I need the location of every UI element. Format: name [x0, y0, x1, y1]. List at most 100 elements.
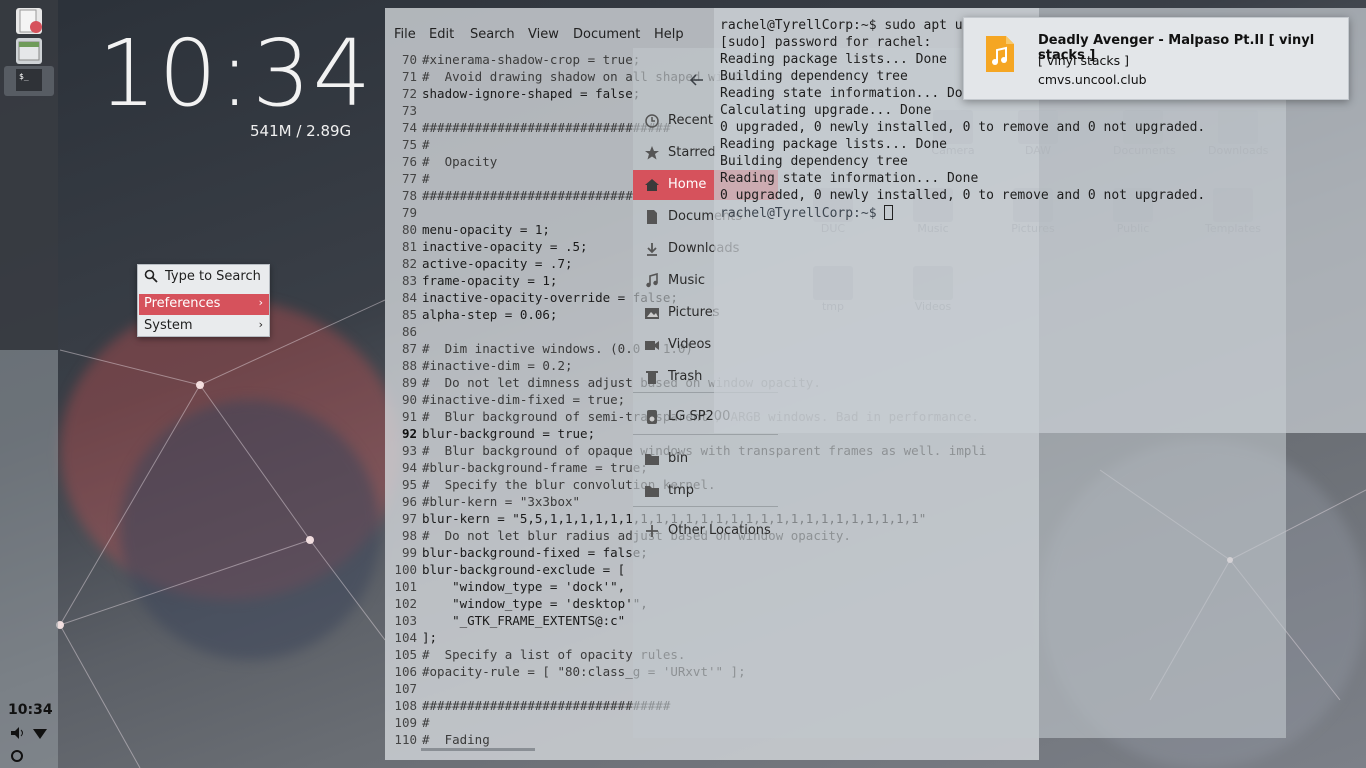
terminal-line: Reading package lists... Done: [720, 137, 947, 152]
terminal-line: Building dependency tree: [720, 154, 908, 169]
line-number: 73: [401, 103, 417, 118]
line-number: 89: [401, 375, 417, 390]
menu-search-field[interactable]: Type to Search: [138, 265, 269, 289]
sidebar-item-label: bin: [668, 451, 689, 466]
sidebar-item-label: Starred: [668, 145, 716, 160]
sidebar-separator: [633, 434, 778, 435]
clock-icon: [644, 113, 660, 129]
line-number: 91: [401, 409, 417, 424]
line-number: 80: [401, 222, 417, 237]
menu-view[interactable]: View: [528, 27, 559, 42]
line-number: 82: [401, 256, 417, 271]
dock: $_: [0, 0, 58, 350]
line-text: #blur-background-frame = true;: [422, 460, 648, 475]
star-icon: [644, 145, 660, 161]
file-manager-icon[interactable]: [16, 38, 42, 64]
line-text: #: [422, 171, 430, 186]
line-text: ];: [422, 630, 438, 645]
line-text: #blur-kern = "3x3box": [422, 494, 581, 509]
line-number: 77: [401, 171, 417, 186]
line-number: 87: [401, 341, 417, 356]
document-icon: [644, 209, 660, 225]
line-number: 97: [401, 511, 417, 526]
terminal-line: Calculating upgrade... Done: [720, 103, 932, 118]
menu-file[interactable]: File: [394, 27, 416, 42]
editor-horizontal-scrollbar[interactable]: [421, 748, 535, 751]
line-number: 75: [401, 137, 417, 152]
line-number: 99: [401, 545, 417, 560]
context-menu: Type to Search Preferences › System ›: [137, 264, 270, 337]
line-text: menu-opacity = 1;: [422, 222, 550, 237]
sidebar-item-label: Music: [668, 273, 705, 288]
line-number: 110: [394, 732, 417, 747]
sidebar-item-tmp[interactable]: tmp: [633, 476, 778, 506]
line-number: 71: [401, 69, 417, 84]
menu-help[interactable]: Help: [654, 27, 684, 42]
sidebar-item-label: Home: [668, 177, 707, 192]
line-text: shadow-ignore-shaped = false;: [422, 86, 641, 101]
notification-body: [ vinyl stacks ]: [1038, 53, 1130, 68]
line-text: "window_type = 'desktop'",: [422, 596, 648, 611]
tray-clock[interactable]: 10:34: [8, 702, 53, 718]
line-text: "window_type = 'dock'",: [422, 579, 626, 594]
menu-item-system[interactable]: System ›: [139, 316, 269, 337]
line-text: # Opacity: [422, 154, 498, 169]
line-number: 109: [394, 715, 417, 730]
line-text: active-opacity = .7;: [422, 256, 573, 271]
system-tray: 10:34: [0, 700, 58, 768]
line-text: "_GTK_FRAME_EXTENTS@:c": [422, 613, 626, 628]
menu-item-preferences[interactable]: Preferences ›: [139, 294, 269, 315]
terminal-line: Reading state information... Done: [720, 171, 979, 186]
line-text: blur-background-exclude = [: [422, 562, 626, 577]
line-text: inactive-opacity = .5;: [422, 239, 588, 254]
menu-edit[interactable]: Edit: [429, 27, 454, 42]
memory-usage: 541M / 2.89G: [250, 122, 352, 140]
line-number: 85: [401, 307, 417, 322]
submenu-arrow-icon: ›: [258, 318, 263, 331]
power-icon[interactable]: [10, 748, 24, 762]
sidebar-separator: [633, 506, 778, 507]
line-number: 108: [394, 698, 417, 713]
menu-search[interactable]: Search: [470, 27, 515, 42]
terminal-icon[interactable]: $_: [4, 66, 54, 96]
sidebar-item-label: Videos: [668, 337, 712, 352]
home-icon: [644, 177, 660, 193]
sidebar-item-label: Pictures: [668, 305, 720, 320]
sidebar-item-bin[interactable]: bin: [633, 444, 778, 474]
sidebar-item-other-locations[interactable]: Other Locations: [633, 516, 778, 546]
line-number: 104: [394, 630, 417, 645]
line-text: # Fading: [422, 732, 490, 747]
video-icon: [644, 337, 660, 353]
sidebar-item-label: Recent: [668, 113, 713, 128]
folder-icon: [644, 483, 660, 499]
menu-item-label: System: [144, 318, 193, 333]
media-notification[interactable]: Deadly Avenger - Malpaso Pt.II [ vinyl s…: [963, 17, 1349, 100]
line-text: #inactive-dim-fixed = true;: [422, 392, 626, 407]
line-number: 78: [401, 188, 417, 203]
line-number: 101: [394, 579, 417, 594]
line-number: 76: [401, 154, 417, 169]
terminal-prompt-line[interactable]: rachel@TyrellCorp:~$: [720, 205, 1205, 222]
line-number: 106: [394, 664, 417, 679]
line-number: 96: [401, 494, 417, 509]
line-number: 107: [394, 681, 417, 696]
text-editor-icon[interactable]: [16, 8, 42, 34]
speaker-icon: [644, 409, 660, 425]
line-number: 74: [401, 120, 417, 135]
file-manager-back-icon[interactable]: [689, 72, 705, 88]
menu-document[interactable]: Document: [573, 27, 640, 42]
line-number: 90: [401, 392, 417, 407]
terminal-cursor: [884, 205, 894, 220]
line-number: 102: [394, 596, 417, 611]
wifi-icon[interactable]: [32, 725, 48, 741]
volume-icon[interactable]: [9, 725, 25, 741]
menu-search-placeholder: Type to Search: [165, 269, 261, 284]
line-text: #xinerama-shadow-crop = true;: [422, 52, 641, 67]
line-number: 81: [401, 239, 417, 254]
line-number: 83: [401, 273, 417, 288]
line-number: 95: [401, 477, 417, 492]
line-text: frame-opacity = 1;: [422, 273, 558, 288]
line-text: blur-background-fixed = false;: [422, 545, 648, 560]
download-icon: [644, 241, 660, 257]
svg-text:$_: $_: [19, 72, 29, 81]
